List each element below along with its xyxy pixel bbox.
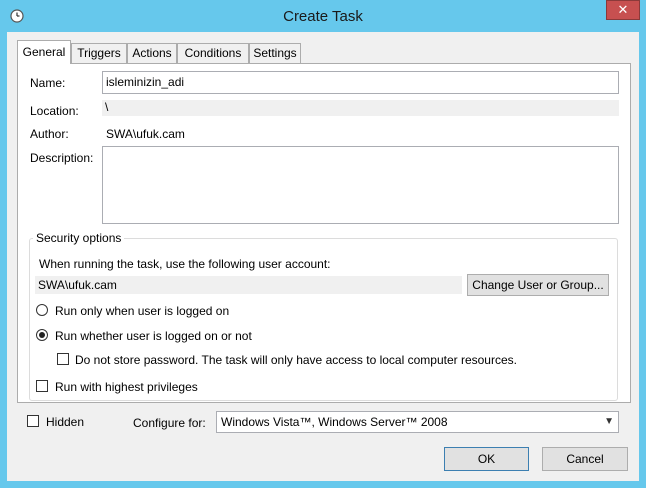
security-options-title: Security options bbox=[33, 231, 125, 245]
radio-selected-dot bbox=[39, 332, 45, 338]
user-account-value: SWA\ufuk.cam bbox=[35, 276, 462, 294]
description-textarea[interactable] bbox=[102, 146, 619, 224]
tab-triggers[interactable]: Triggers bbox=[71, 43, 127, 63]
radio-whether-label[interactable]: Run whether user is logged on or not bbox=[55, 329, 252, 343]
tab-settings[interactable]: Settings bbox=[249, 43, 301, 63]
name-label: Name: bbox=[30, 76, 66, 90]
highest-privileges-checkbox[interactable] bbox=[36, 380, 48, 392]
radio-whether-logged-on[interactable] bbox=[36, 329, 48, 341]
configure-for-label: Configure for: bbox=[133, 416, 206, 430]
cancel-button[interactable]: Cancel bbox=[542, 447, 628, 471]
author-value: SWA\ufuk.cam bbox=[106, 127, 185, 141]
do-not-store-password-label[interactable]: Do not store password. The task will onl… bbox=[75, 353, 517, 367]
author-label: Author: bbox=[30, 127, 69, 141]
radio-logged-on[interactable] bbox=[36, 304, 48, 316]
close-button[interactable]: ✕ bbox=[606, 0, 640, 20]
close-icon: ✕ bbox=[617, 2, 629, 17]
location-value: \ bbox=[102, 100, 619, 116]
configure-for-dropdown[interactable]: Windows Vista™, Windows Server™ 2008 ▼ bbox=[216, 411, 619, 433]
radio-logged-on-label[interactable]: Run only when user is logged on bbox=[55, 304, 229, 318]
highest-privileges-label[interactable]: Run with highest privileges bbox=[55, 380, 198, 394]
account-prompt: When running the task, use the following… bbox=[39, 257, 331, 271]
description-label: Description: bbox=[30, 151, 94, 165]
configure-for-value: Windows Vista™, Windows Server™ 2008 bbox=[221, 415, 448, 429]
location-label: Location: bbox=[30, 104, 79, 118]
chevron-down-icon: ▼ bbox=[604, 416, 614, 427]
ok-button[interactable]: OK bbox=[444, 447, 529, 471]
tab-general[interactable]: General bbox=[17, 40, 71, 64]
tab-conditions[interactable]: Conditions bbox=[177, 43, 249, 63]
do-not-store-password-checkbox[interactable] bbox=[57, 353, 69, 365]
window-title: Create Task bbox=[283, 8, 363, 25]
tab-actions[interactable]: Actions bbox=[127, 43, 177, 63]
change-user-button[interactable]: Change User or Group... bbox=[467, 274, 609, 296]
hidden-label[interactable]: Hidden bbox=[46, 415, 84, 429]
name-input[interactable]: isleminizin_adi bbox=[102, 71, 619, 94]
hidden-checkbox[interactable] bbox=[27, 415, 39, 427]
